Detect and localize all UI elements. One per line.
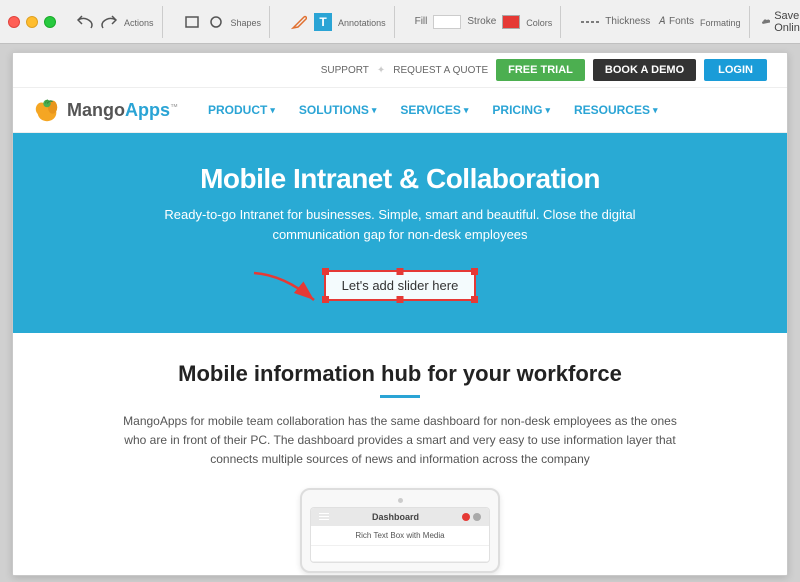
stroke-label: Stroke bbox=[467, 16, 496, 27]
tablet-row: Rich Text Box with Media bbox=[311, 526, 489, 546]
topbar-sep1: ✦ bbox=[377, 65, 385, 76]
tablet-header: Dashboard bbox=[311, 508, 489, 526]
hero-subtitle: Ready-to-go Intranet for businesses. Sim… bbox=[150, 205, 650, 244]
shapes-section: Shapes bbox=[175, 6, 271, 38]
resources-chevron: ▾ bbox=[653, 105, 658, 116]
free-trial-button[interactable]: FREE TRIaL bbox=[496, 59, 585, 81]
handle-tr[interactable] bbox=[471, 268, 478, 275]
handle-br[interactable] bbox=[471, 296, 478, 303]
toolbar-right: Save Online | Save Locally | More bbox=[762, 10, 800, 34]
save-online-button[interactable]: Save Online bbox=[762, 10, 800, 34]
slider-annotation-text: Let's add slider here bbox=[342, 278, 459, 293]
colors-section: Fill Stroke Colors bbox=[407, 6, 562, 38]
nav-resources[interactable]: RESOURCES ▾ bbox=[574, 103, 658, 117]
pen-icon bbox=[290, 13, 308, 31]
section-title: Mobile information hub for your workforc… bbox=[73, 361, 727, 387]
handle-tm[interactable] bbox=[396, 268, 403, 275]
tablet-icon-red bbox=[462, 513, 470, 521]
nav-solutions[interactable]: SOLUTIONS ▾ bbox=[299, 103, 377, 117]
book-demo-button[interactable]: BOOK A DEMO bbox=[593, 59, 696, 81]
hero-title: Mobile Intranet & Collaboration bbox=[53, 163, 747, 195]
text-tool[interactable]: T bbox=[314, 13, 332, 31]
shapes-label: Shapes bbox=[231, 18, 262, 28]
nav-pricing[interactable]: PRICING ▾ bbox=[492, 103, 550, 117]
redo-tool[interactable] bbox=[100, 13, 118, 31]
logo[interactable]: MangoApps™ bbox=[33, 96, 178, 124]
fonts-icon: 𝐴 bbox=[658, 16, 665, 27]
section-text: MangoApps for mobile team collaboration … bbox=[120, 412, 680, 470]
undo-tool[interactable] bbox=[76, 13, 94, 31]
rectangle-icon bbox=[183, 13, 201, 31]
red-arrow-annotation bbox=[244, 265, 334, 315]
services-chevron: ▾ bbox=[464, 105, 469, 116]
redo-icon bbox=[100, 13, 118, 31]
hero-section: Mobile Intranet & Collaboration Ready-to… bbox=[13, 133, 787, 333]
tablet-empty-row bbox=[311, 546, 489, 562]
maximize-button[interactable] bbox=[44, 16, 56, 28]
handle-tl[interactable] bbox=[322, 268, 329, 275]
fonts-label: Fonts bbox=[669, 16, 694, 27]
thickness-icon bbox=[581, 17, 601, 27]
slider-annotation-box[interactable]: Let's add slider here bbox=[324, 270, 477, 301]
site-nav: MangoApps™ PRODUCT ▾ SOLUTIONS ▾ SERVICE… bbox=[13, 88, 787, 133]
annotations-label: Annotations bbox=[338, 18, 386, 28]
nav-product[interactable]: PRODUCT ▾ bbox=[208, 103, 275, 117]
tablet-top bbox=[310, 498, 490, 503]
actions-section: Actions bbox=[68, 6, 163, 38]
section-underline bbox=[380, 395, 420, 398]
fill-label: Fill bbox=[415, 16, 428, 27]
save-online-label: Save Online bbox=[774, 10, 800, 34]
circle-tool[interactable] bbox=[207, 13, 225, 31]
actions-label: Actions bbox=[124, 18, 154, 28]
annotations-section: T Annotations bbox=[282, 6, 395, 38]
pen-tool[interactable] bbox=[290, 13, 308, 31]
content-section: Mobile information hub for your workforc… bbox=[13, 333, 787, 576]
request-quote-link[interactable]: REQUEST A QUOTE bbox=[393, 65, 488, 76]
text-icon: T bbox=[314, 13, 332, 31]
browser-frame: SUPPORT ✦ REQUEST A QUOTE FREE TRIaL BOO… bbox=[12, 52, 788, 576]
formatting-section: Thickness 𝐴 Fonts Formating bbox=[573, 6, 749, 38]
tablet-header-title: Dashboard bbox=[329, 512, 462, 522]
thickness-label: Thickness bbox=[605, 16, 650, 27]
handle-bl[interactable] bbox=[322, 296, 329, 303]
logo-tm: ™ bbox=[170, 102, 178, 111]
product-chevron: ▾ bbox=[270, 105, 275, 116]
nav-items: PRODUCT ▾ SOLUTIONS ▾ SERVICES ▾ PRICING… bbox=[208, 103, 658, 117]
solutions-chevron: ▾ bbox=[372, 105, 377, 116]
tablet-screen: Dashboard Rich Text Box with Media bbox=[310, 507, 490, 563]
annotation-area: Let's add slider here bbox=[324, 270, 477, 301]
rectangle-tool[interactable] bbox=[183, 13, 201, 31]
close-button[interactable] bbox=[8, 16, 20, 28]
stroke-color-swatch[interactable] bbox=[502, 15, 520, 29]
fill-color-swatch[interactable] bbox=[433, 15, 461, 29]
device-mockup: Dashboard Rich Text Box with Media bbox=[73, 488, 727, 573]
nav-services[interactable]: SERVICES ▾ bbox=[400, 103, 468, 117]
pricing-chevron: ▾ bbox=[545, 105, 550, 116]
formatting-label: Formating bbox=[700, 18, 741, 28]
logo-text: MangoApps™ bbox=[67, 100, 178, 121]
support-link[interactable]: SUPPORT bbox=[321, 65, 369, 76]
hamburger-icon bbox=[319, 513, 329, 520]
site-topbar: SUPPORT ✦ REQUEST A QUOTE FREE TRIaL BOO… bbox=[13, 53, 787, 88]
tablet-frame: Dashboard Rich Text Box with Media bbox=[300, 488, 500, 573]
tablet-icon-gray bbox=[473, 513, 481, 521]
login-button[interactable]: LOGIN bbox=[704, 59, 767, 81]
minimize-button[interactable] bbox=[26, 16, 38, 28]
cloud-icon bbox=[762, 16, 771, 28]
window-controls[interactable] bbox=[8, 16, 56, 28]
colors-label: Colors bbox=[526, 18, 552, 28]
circle-icon bbox=[207, 13, 225, 31]
mango-logo-icon bbox=[33, 96, 61, 124]
tablet-header-icons bbox=[462, 513, 481, 521]
undo-icon bbox=[76, 13, 94, 31]
tablet-camera bbox=[398, 498, 403, 503]
mac-toolbar: Actions Shapes T Annotations bbox=[0, 0, 800, 44]
handle-bm[interactable] bbox=[396, 296, 403, 303]
